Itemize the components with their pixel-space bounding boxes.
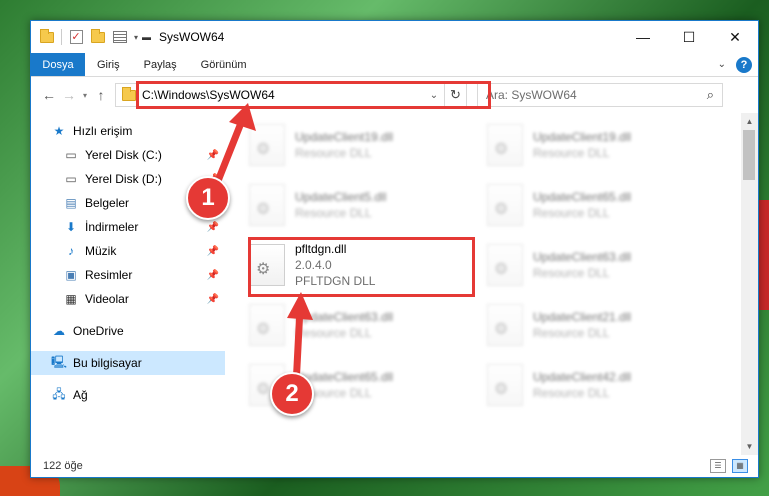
- back-arrow-icon[interactable]: ←: [39, 85, 59, 105]
- maximize-button[interactable]: ☐: [666, 21, 712, 53]
- folder-icon: [39, 28, 55, 45]
- sidebar-item-this-pc[interactable]: 🖳 Bu bilgisayar: [31, 351, 225, 375]
- sidebar-item-pictures[interactable]: ▣ Resimler 📌: [31, 263, 225, 287]
- videos-icon: ▦: [65, 292, 77, 306]
- properties-check-icon[interactable]: ✓: [68, 29, 84, 45]
- folder-icon: [122, 86, 136, 101]
- dll-file-icon: [487, 244, 523, 286]
- separator: [61, 29, 62, 45]
- tab-view[interactable]: Görünüm: [189, 53, 259, 76]
- dll-file-icon: [487, 364, 523, 406]
- qa-dropdown-icon[interactable]: ▾: [134, 33, 138, 42]
- sidebar-item-onedrive[interactable]: ☁ OneDrive: [31, 319, 225, 343]
- forward-arrow-icon[interactable]: →: [59, 85, 79, 105]
- navigation-bar: ← → ▾ ↑ C:\Windows\SysWOW64 ⌄ ↻ Ara: Sys…: [31, 77, 758, 113]
- item-count: 122 öğe: [43, 460, 83, 472]
- dll-file-icon: [487, 124, 523, 166]
- tab-file[interactable]: Dosya: [31, 53, 85, 76]
- star-icon: ★: [53, 124, 65, 138]
- drive-icon: ▭: [65, 172, 77, 186]
- step-2-badge: 2: [270, 372, 314, 416]
- scrollbar-thumb[interactable]: [743, 130, 755, 180]
- drive-icon: ▭: [65, 148, 77, 162]
- music-icon: ♪: [68, 244, 74, 258]
- dll-file-icon: [249, 304, 285, 346]
- downloads-icon: ⬇: [65, 220, 77, 234]
- sidebar-item-music[interactable]: ♪ Müzik 📌: [31, 239, 225, 263]
- sidebar-item-local-disk-c[interactable]: ▭ Yerel Disk (C:) 📌: [31, 143, 225, 167]
- chevron-down-icon[interactable]: ⌄: [424, 90, 444, 101]
- search-icon[interactable]: ⌕: [707, 87, 714, 103]
- sidebar-item-quick-access[interactable]: ★ Hızlı erişim: [31, 119, 225, 143]
- details-view-icon[interactable]: ☰: [710, 459, 726, 473]
- documents-icon: ▤: [65, 196, 77, 210]
- tab-home[interactable]: Giriş: [85, 53, 132, 76]
- pin-icon: 📌: [206, 293, 219, 305]
- minimize-button[interactable]: —: [620, 21, 666, 53]
- pin-icon: 📌: [206, 149, 219, 161]
- properties-icon[interactable]: [112, 29, 128, 45]
- file-item[interactable]: UpdateClient63.dllResource DLL: [249, 299, 479, 351]
- dll-file-icon: [249, 184, 285, 226]
- pin-icon: 📌: [206, 245, 219, 257]
- dll-file-icon: [249, 244, 285, 286]
- file-item[interactable]: UpdateClient21.dllResource DLL: [487, 299, 717, 351]
- search-placeholder: Ara: SysWOW64: [486, 88, 577, 102]
- address-path[interactable]: C:\Windows\SysWOW64: [142, 88, 275, 102]
- navigation-pane: ★ Hızlı erişim ▭ Yerel Disk (C:) 📌 ▭ Yer…: [31, 113, 225, 455]
- scroll-up-icon[interactable]: ▲: [741, 113, 758, 130]
- file-item-pfltdgn[interactable]: pfltdgn.dll 2.0.4.0 PFLTDGN DLL: [249, 237, 479, 293]
- status-bar: 122 öğe ☰ ▦: [31, 455, 758, 477]
- window-title: SysWOW64: [159, 30, 225, 44]
- dll-file-icon: [249, 124, 285, 166]
- file-item[interactable]: UpdateClient65.dllResource DLL: [487, 179, 717, 231]
- sidebar-item-downloads[interactable]: ⬇ İndirmeler 📌: [31, 215, 225, 239]
- expand-ribbon-icon[interactable]: ⌄: [718, 59, 726, 70]
- pin-icon: 📌: [206, 269, 219, 281]
- help-icon[interactable]: ?: [736, 56, 752, 73]
- network-icon: 🖧: [52, 386, 66, 401]
- new-folder-icon[interactable]: [90, 28, 106, 45]
- file-item[interactable]: UpdateClient42.dllResource DLL: [487, 359, 717, 411]
- large-icons-view-icon[interactable]: ▦: [732, 459, 748, 473]
- pictures-icon: ▣: [65, 268, 77, 282]
- file-item[interactable]: UpdateClient5.dllResource DLL: [249, 179, 479, 231]
- title-bar: ✓ ▾ ▬ SysWOW64 — ☐ ✕: [31, 21, 758, 53]
- pin-icon: 📌: [206, 221, 219, 233]
- file-item[interactable]: UpdateClient19.dllResource DLL: [249, 119, 479, 171]
- step-1-badge: 1: [186, 176, 230, 220]
- computer-icon: 🖳: [51, 354, 68, 369]
- file-item[interactable]: UpdateClient19.dllResource DLL: [487, 119, 717, 171]
- address-bar[interactable]: C:\Windows\SysWOW64 ⌄ ↻: [115, 83, 467, 107]
- recent-locations-icon[interactable]: ▾: [79, 91, 91, 100]
- ribbon-tabs: Dosya Giriş Paylaş Görünüm ⌄ ?: [31, 53, 758, 77]
- refresh-icon[interactable]: ↻: [444, 84, 466, 106]
- search-input[interactable]: Ara: SysWOW64 ⌕: [477, 83, 723, 107]
- vertical-scrollbar[interactable]: ▲ ▼: [741, 113, 758, 455]
- explorer-window: ✓ ▾ ▬ SysWOW64 — ☐ ✕ Dosya Giriş Paylaş …: [30, 20, 759, 478]
- sidebar-item-videos[interactable]: ▦ Videolar 📌: [31, 287, 225, 311]
- cloud-icon: ☁: [53, 324, 65, 338]
- customize-toolbar-icon[interactable]: ▬: [142, 32, 151, 42]
- file-item[interactable]: UpdateClient63.dllResource DLL: [487, 239, 717, 291]
- sidebar-item-network[interactable]: 🖧 Ağ: [31, 383, 225, 407]
- tab-share[interactable]: Paylaş: [132, 53, 189, 76]
- dll-file-icon: [487, 184, 523, 226]
- up-arrow-icon[interactable]: ↑: [91, 85, 111, 105]
- close-button[interactable]: ✕: [712, 21, 758, 53]
- dll-file-icon: [487, 304, 523, 346]
- scroll-down-icon[interactable]: ▼: [741, 438, 758, 455]
